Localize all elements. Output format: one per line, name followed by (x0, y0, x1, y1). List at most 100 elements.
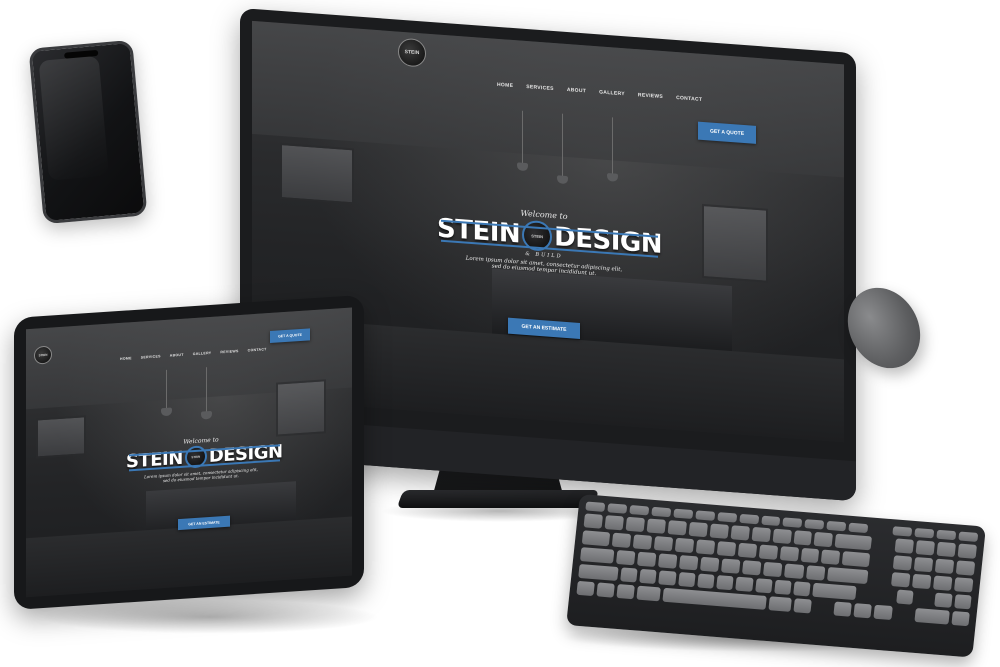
key (607, 503, 628, 514)
key-gap (877, 588, 895, 603)
key-gap (813, 600, 832, 615)
key (657, 553, 678, 569)
key (958, 531, 979, 542)
pendant-light (562, 113, 563, 178)
kitchen-window-left (280, 142, 354, 205)
nav-home[interactable]: HOME (120, 356, 132, 361)
key (767, 596, 792, 612)
key (620, 567, 638, 583)
key (914, 607, 950, 625)
kitchen-window-left (36, 415, 86, 459)
key (709, 523, 729, 539)
key (625, 516, 645, 533)
key (805, 565, 826, 581)
key (833, 601, 853, 617)
key (615, 549, 636, 566)
key (697, 573, 715, 589)
key (934, 592, 953, 608)
kitchen-window-right (702, 203, 768, 283)
key (804, 519, 825, 530)
key-gap (858, 586, 876, 601)
key (914, 527, 935, 539)
key-gap (871, 524, 891, 534)
key (774, 579, 792, 595)
key (678, 555, 699, 571)
key (596, 582, 616, 598)
key (742, 560, 762, 576)
key (953, 577, 974, 593)
key (616, 584, 636, 600)
key (639, 568, 658, 585)
hero-section: Welcome to STEIN STEIN DESIGN Lorem ipsu… (126, 433, 283, 486)
key (583, 513, 603, 529)
phone-screen-glare (38, 55, 109, 181)
key (673, 508, 693, 520)
key-gap (894, 606, 913, 621)
key (915, 540, 936, 556)
monitor-stand-base (396, 490, 600, 508)
key (578, 563, 619, 581)
key (636, 551, 657, 568)
key (793, 598, 812, 614)
key (658, 570, 677, 586)
key (604, 515, 624, 531)
hero-estimate-label: GET AN ESTIMATE (188, 519, 220, 526)
tablet-shadow (40, 600, 380, 634)
site-logo-text: STEIN (38, 352, 48, 358)
key (892, 526, 913, 537)
key (951, 610, 970, 627)
key (579, 547, 615, 564)
key (581, 530, 611, 547)
key (754, 578, 773, 594)
key (812, 582, 857, 601)
key (826, 566, 868, 585)
key (782, 517, 803, 528)
pendant-light (522, 110, 523, 165)
key (651, 506, 672, 518)
key (629, 505, 650, 516)
hero-section: Welcome to STEIN STEIN DESIGN & BUILD Lo… (437, 202, 662, 281)
key (913, 556, 934, 573)
key (738, 513, 759, 525)
key (699, 556, 720, 573)
brand-emblem-text: STEIN (191, 454, 201, 460)
key (646, 518, 666, 534)
tablet-screen: STEIN HOME SERVICES ABOUT GALLERY REVIEW… (26, 307, 352, 598)
key (779, 546, 799, 562)
key (653, 536, 673, 552)
key (632, 534, 653, 550)
key (730, 525, 750, 541)
key (758, 544, 778, 560)
header-quote-label: GET A QUOTE (278, 332, 302, 339)
key-gap (915, 591, 933, 606)
kitchen-window-right (276, 379, 326, 437)
tablet-device: STEIN HOME SERVICES ABOUT GALLERY REVIEW… (14, 294, 364, 610)
key (934, 558, 955, 575)
key (688, 521, 708, 538)
key (826, 520, 847, 532)
key (834, 533, 873, 551)
key (772, 528, 792, 544)
key (800, 547, 820, 564)
key (784, 563, 805, 579)
nav-home[interactable]: HOME (497, 82, 513, 89)
key (957, 543, 978, 559)
key (695, 510, 715, 521)
site-logo-text: STEIN (404, 49, 420, 57)
key (751, 526, 771, 543)
key (853, 603, 873, 619)
pendant-light (206, 367, 207, 414)
key (576, 580, 595, 597)
key (721, 558, 741, 574)
key-gap (874, 537, 893, 552)
key (842, 551, 871, 568)
key (793, 581, 811, 597)
key (636, 585, 661, 602)
key (760, 515, 781, 527)
key-gap (869, 570, 889, 585)
key (585, 501, 606, 512)
key (695, 539, 715, 555)
key (896, 589, 914, 605)
key (890, 572, 911, 588)
key (674, 537, 694, 554)
